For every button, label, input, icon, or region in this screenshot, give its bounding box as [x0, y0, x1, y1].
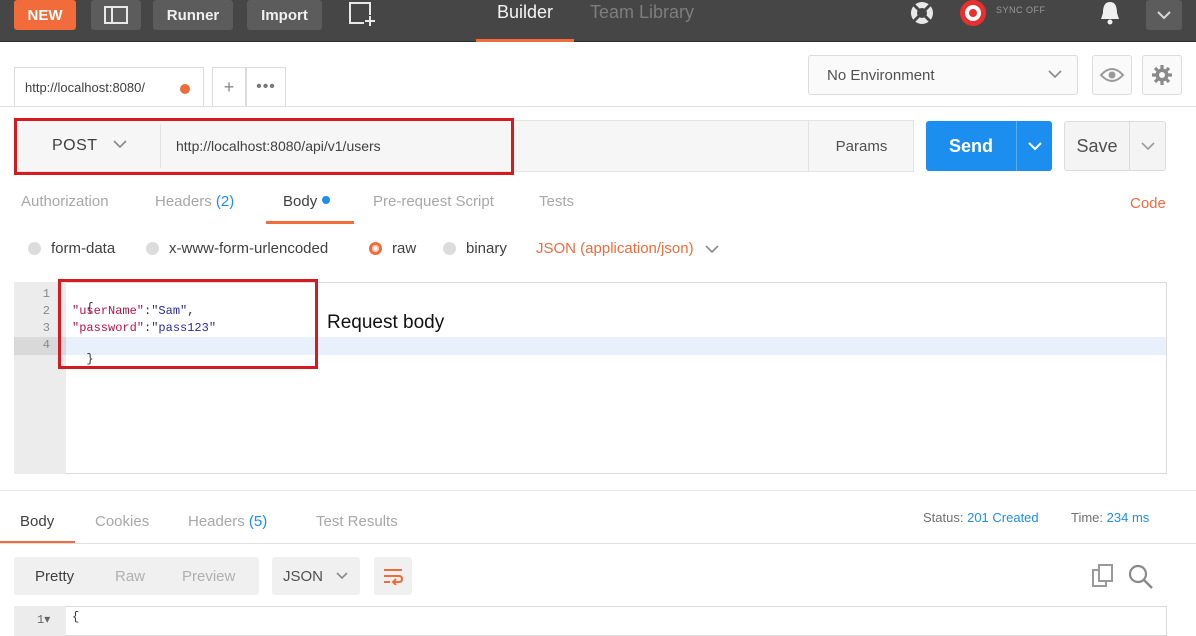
more-tabs-button[interactable]: ••• [246, 67, 286, 107]
gear-icon [1152, 65, 1172, 85]
generate-code-link[interactable]: Code [1130, 195, 1166, 212]
toggle-sidebar-button[interactable] [91, 0, 141, 30]
tab-authorization[interactable]: Authorization [21, 193, 109, 210]
response-time: Time: 234 ms [1071, 510, 1149, 525]
view-pretty-button[interactable]: Pretty [35, 568, 74, 585]
response-tab-headers-label: Headers [188, 513, 245, 530]
top-toolbar: NEW Runner Import Builder Team Library S… [0, 0, 1196, 42]
search-icon[interactable] [1127, 563, 1155, 591]
response-body-viewer[interactable] [14, 606, 1167, 636]
runner-button[interactable]: Runner [153, 0, 233, 30]
chevron-down-icon [705, 244, 719, 253]
interceptor-icon[interactable] [906, 0, 938, 28]
content-type-value: JSON (application/json) [536, 240, 694, 257]
status-value: 201 Created [967, 510, 1039, 525]
line-number: 3 [42, 321, 50, 335]
send-options-button[interactable] [1016, 121, 1052, 171]
environment-select[interactable]: No Environment [808, 55, 1078, 95]
response-tab-test-results[interactable]: Test Results [316, 513, 398, 530]
tab-team-library[interactable]: Team Library [590, 2, 694, 23]
wrap-lines-button[interactable] [374, 557, 412, 595]
unsaved-changes-dot [180, 84, 190, 94]
line-number: 4 [42, 338, 50, 352]
new-window-icon [349, 2, 376, 27]
content-type-select[interactable]: JSON (application/json) [536, 240, 720, 257]
tab-body-label: Body [283, 193, 318, 210]
notifications-bell-icon[interactable] [1095, 0, 1125, 28]
radio-binary-label: binary [466, 240, 507, 257]
save-options-button[interactable] [1130, 121, 1166, 171]
new-window-button[interactable] [338, 0, 384, 30]
chevron-down-icon [336, 572, 348, 580]
environment-quick-look-button[interactable] [1092, 55, 1132, 95]
tab-headers[interactable]: Headers (2) [155, 193, 234, 210]
chevron-down-icon [1157, 11, 1171, 20]
radio-urlencoded-label: x-www-form-urlencoded [169, 240, 329, 257]
manage-environments-button[interactable] [1142, 55, 1182, 95]
request-body-annotation: Request body [327, 312, 445, 333]
chevron-down-icon [1027, 142, 1042, 151]
copy-icon[interactable] [1090, 563, 1116, 589]
body-highlight-box [58, 279, 318, 369]
sidebar-layout-icon [104, 6, 128, 24]
tab-tests[interactable]: Tests [539, 193, 574, 210]
request-tab-title: http://localhost:8080/ [25, 80, 145, 95]
line-number: 1 [42, 287, 50, 301]
tab-builder[interactable]: Builder [476, 0, 574, 42]
response-headers-count: (5) [248, 513, 268, 530]
radio-form-data-label: form-data [51, 240, 116, 257]
active-tab-underline [266, 221, 354, 224]
response-code-line: { [72, 610, 80, 624]
line-number: 2 [42, 304, 50, 318]
params-button[interactable]: Params [808, 120, 914, 172]
radio-form-data[interactable]: form-data [28, 240, 115, 257]
radio-raw-label: raw [392, 240, 417, 257]
radio-urlencoded[interactable]: x-www-form-urlencoded [146, 240, 328, 257]
tab-body[interactable]: Body [283, 193, 331, 210]
radio-raw[interactable]: raw [369, 240, 416, 257]
radio-circle [443, 242, 456, 255]
tabs-divider [0, 106, 1196, 107]
user-menu-button[interactable] [1146, 0, 1182, 30]
fold-arrow-icon[interactable]: ▾ [44, 613, 50, 627]
add-tab-button[interactable]: + [212, 67, 246, 107]
line-number: 1▾ [37, 612, 50, 627]
save-button[interactable]: Save [1064, 121, 1130, 171]
new-button[interactable]: NEW [14, 0, 76, 30]
time-label: Time: [1071, 510, 1104, 525]
radio-circle-selected [369, 242, 382, 255]
sync-icon[interactable] [955, 0, 991, 30]
response-status: Status: 201 Created [923, 510, 1039, 525]
radio-binary[interactable]: binary [443, 240, 507, 257]
time-value: 234 ms [1106, 510, 1150, 525]
view-raw-button[interactable]: Raw [115, 568, 145, 585]
response-format-value: JSON [283, 567, 324, 585]
eye-icon [1099, 68, 1125, 82]
body-indicator-dot [322, 196, 331, 204]
section-divider [0, 490, 1196, 491]
response-tab-headers[interactable]: Headers (5) [188, 513, 267, 530]
radio-circle [28, 242, 41, 255]
environment-select-value: No Environment [827, 66, 935, 84]
tab-pre-request-script[interactable]: Pre-request Script [373, 193, 494, 210]
send-button[interactable]: Send [926, 121, 1016, 171]
url-highlight-box [14, 118, 514, 175]
headers-count: (2) [215, 193, 235, 210]
response-tabs-divider [0, 543, 1196, 544]
wrap-lines-icon [384, 569, 404, 585]
import-button[interactable]: Import [247, 0, 322, 30]
sync-status-label: SYNC OFF [996, 5, 1046, 15]
tab-headers-label: Headers [155, 193, 212, 210]
status-label: Status: [923, 510, 964, 525]
request-tab[interactable]: http://localhost:8080/ [14, 67, 204, 107]
chevron-down-icon [1140, 142, 1155, 151]
response-tab-body[interactable]: Body [20, 513, 54, 530]
view-preview-button[interactable]: Preview [182, 568, 235, 585]
chevron-down-icon [1048, 70, 1062, 79]
response-tab-cookies[interactable]: Cookies [95, 513, 149, 530]
radio-circle [146, 242, 159, 255]
response-format-select[interactable]: JSON [272, 557, 360, 595]
